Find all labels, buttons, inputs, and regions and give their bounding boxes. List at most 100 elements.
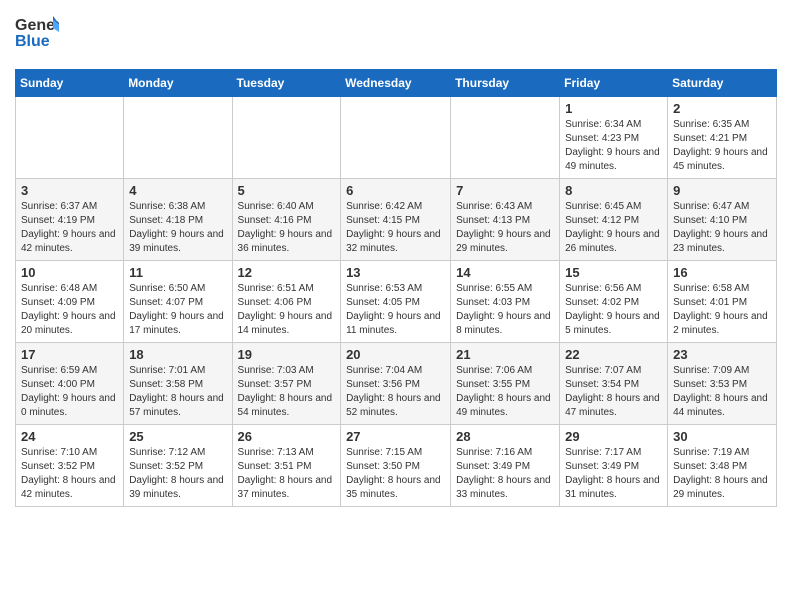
calendar-header-row: SundayMondayTuesdayWednesdayThursdayFrid… [16, 70, 777, 97]
col-header-monday: Monday [124, 70, 232, 97]
day-number: 24 [21, 429, 118, 444]
calendar-cell [124, 97, 232, 179]
calendar-cell: 21Sunrise: 7:06 AM Sunset: 3:55 PM Dayli… [451, 343, 560, 425]
day-number: 22 [565, 347, 662, 362]
day-number: 27 [346, 429, 445, 444]
logo-mark: General Blue [15, 10, 59, 59]
calendar-cell: 1 Sunrise: 6:34 AM Sunset: 4:23 PM Daylig… [560, 97, 668, 179]
calendar-week-3: 10 Sunrise: 6:48 AM Sunset: 4:09 PM Dayli… [16, 261, 777, 343]
day-info: Sunrise: 6:47 AM Sunset: 4:10 PM Dayligh… [673, 200, 771, 256]
calendar-cell [16, 97, 124, 179]
day-info: Sunrise: 7:07 AM Sunset: 3:54 PM Dayligh… [565, 364, 662, 420]
day-number: 3 [21, 183, 118, 198]
day-number: 29 [565, 429, 662, 444]
svg-text:Blue: Blue [15, 33, 50, 50]
calendar-cell: 10 Sunrise: 6:48 AM Sunset: 4:09 PM Dayli… [16, 261, 124, 343]
calendar-cell: 12Sunrise: 6:51 AM Sunset: 4:06 PM Dayli… [232, 261, 341, 343]
calendar-cell: 4Sunrise: 6:38 AM Sunset: 4:18 PM Daylig… [124, 179, 232, 261]
calendar-cell: 29Sunrise: 7:17 AM Sunset: 3:49 PM Dayli… [560, 425, 668, 507]
calendar-week-5: 24 Sunrise: 7:10 AM Sunset: 3:52 PM Dayli… [16, 425, 777, 507]
day-info: Sunrise: 7:13 AM Sunset: 3:51 PM Dayligh… [238, 446, 336, 502]
day-number: 10 [21, 265, 118, 280]
calendar-cell: 5Sunrise: 6:40 AM Sunset: 4:16 PM Daylig… [232, 179, 341, 261]
day-info: Sunrise: 6:45 AM Sunset: 4:12 PM Dayligh… [565, 200, 662, 256]
day-info: Sunrise: 7:03 AM Sunset: 3:57 PM Dayligh… [238, 364, 336, 420]
svg-text:General: General [15, 17, 59, 34]
day-info: Sunrise: 7:19 AM Sunset: 3:48 PM Dayligh… [673, 446, 771, 502]
day-number: 5 [238, 183, 336, 198]
calendar-cell [232, 97, 341, 179]
calendar-week-4: 17 Sunrise: 6:59 AM Sunset: 4:00 PM Dayli… [16, 343, 777, 425]
day-number: 23 [673, 347, 771, 362]
day-number: 19 [238, 347, 336, 362]
day-number: 25 [129, 429, 226, 444]
day-number: 17 [21, 347, 118, 362]
day-number: 16 [673, 265, 771, 280]
page-container: General Blue SundayMondayTuesdayWednesda… [0, 0, 792, 517]
day-number: 2 [673, 101, 771, 116]
calendar-cell: 25 Sunrise: 7:12 AM Sunset: 3:52 PM Dayli… [124, 425, 232, 507]
day-info: Sunrise: 6:58 AM Sunset: 4:01 PM Dayligh… [673, 282, 771, 338]
logo: General Blue [15, 10, 59, 59]
calendar-cell: 11 Sunrise: 6:50 AM Sunset: 4:07 PM Dayli… [124, 261, 232, 343]
calendar-cell [451, 97, 560, 179]
calendar-cell: 14 Sunrise: 6:55 AM Sunset: 4:03 PM Dayli… [451, 261, 560, 343]
day-info: Sunrise: 7:09 AM Sunset: 3:53 PM Dayligh… [673, 364, 771, 420]
col-header-wednesday: Wednesday [341, 70, 451, 97]
col-header-friday: Friday [560, 70, 668, 97]
day-number: 1 [565, 101, 662, 116]
day-number: 11 [129, 265, 226, 280]
day-info: Sunrise: 6:34 AM Sunset: 4:23 PM Dayligh… [565, 118, 662, 174]
day-info: Sunrise: 6:48 AM Sunset: 4:09 PM Dayligh… [21, 282, 118, 338]
calendar-cell: 30Sunrise: 7:19 AM Sunset: 3:48 PM Dayli… [668, 425, 777, 507]
day-info: Sunrise: 6:37 AM Sunset: 4:19 PM Dayligh… [21, 200, 118, 256]
calendar-cell: 2 Sunrise: 6:35 AM Sunset: 4:21 PM Daylig… [668, 97, 777, 179]
day-info: Sunrise: 7:10 AM Sunset: 3:52 PM Dayligh… [21, 446, 118, 502]
day-info: Sunrise: 6:50 AM Sunset: 4:07 PM Dayligh… [129, 282, 226, 338]
day-info: Sunrise: 6:43 AM Sunset: 4:13 PM Dayligh… [456, 200, 554, 256]
day-info: Sunrise: 6:38 AM Sunset: 4:18 PM Dayligh… [129, 200, 226, 256]
day-number: 12 [238, 265, 336, 280]
day-info: Sunrise: 6:55 AM Sunset: 4:03 PM Dayligh… [456, 282, 554, 338]
calendar-week-1: 1 Sunrise: 6:34 AM Sunset: 4:23 PM Daylig… [16, 97, 777, 179]
day-info: Sunrise: 7:16 AM Sunset: 3:49 PM Dayligh… [456, 446, 554, 502]
calendar-cell: 27 Sunrise: 7:15 AM Sunset: 3:50 PM Dayli… [341, 425, 451, 507]
day-info: Sunrise: 7:01 AM Sunset: 3:58 PM Dayligh… [129, 364, 226, 420]
day-info: Sunrise: 7:15 AM Sunset: 3:50 PM Dayligh… [346, 446, 445, 502]
day-info: Sunrise: 6:35 AM Sunset: 4:21 PM Dayligh… [673, 118, 771, 174]
day-info: Sunrise: 7:06 AM Sunset: 3:55 PM Dayligh… [456, 364, 554, 420]
day-number: 7 [456, 183, 554, 198]
calendar-cell: 26 Sunrise: 7:13 AM Sunset: 3:51 PM Dayli… [232, 425, 341, 507]
calendar-table: SundayMondayTuesdayWednesdayThursdayFrid… [15, 69, 777, 507]
day-number: 20 [346, 347, 445, 362]
day-number: 14 [456, 265, 554, 280]
col-header-thursday: Thursday [451, 70, 560, 97]
day-info: Sunrise: 6:53 AM Sunset: 4:05 PM Dayligh… [346, 282, 445, 338]
page-header: General Blue [15, 10, 777, 59]
calendar-cell: 23 Sunrise: 7:09 AM Sunset: 3:53 PM Dayli… [668, 343, 777, 425]
calendar-cell: 7 Sunrise: 6:43 AM Sunset: 4:13 PM Daylig… [451, 179, 560, 261]
calendar-cell: 24 Sunrise: 7:10 AM Sunset: 3:52 PM Dayli… [16, 425, 124, 507]
day-info: Sunrise: 6:59 AM Sunset: 4:00 PM Dayligh… [21, 364, 118, 420]
day-info: Sunrise: 7:04 AM Sunset: 3:56 PM Dayligh… [346, 364, 445, 420]
calendar-cell: 19 Sunrise: 7:03 AM Sunset: 3:57 PM Dayli… [232, 343, 341, 425]
calendar-week-2: 3 Sunrise: 6:37 AM Sunset: 4:19 PM Daylig… [16, 179, 777, 261]
day-info: Sunrise: 6:42 AM Sunset: 4:15 PM Dayligh… [346, 200, 445, 256]
day-number: 28 [456, 429, 554, 444]
calendar-cell: 8 Sunrise: 6:45 AM Sunset: 4:12 PM Daylig… [560, 179, 668, 261]
calendar-cell: 3 Sunrise: 6:37 AM Sunset: 4:19 PM Daylig… [16, 179, 124, 261]
calendar-cell: 15Sunrise: 6:56 AM Sunset: 4:02 PM Dayli… [560, 261, 668, 343]
calendar-cell: 16 Sunrise: 6:58 AM Sunset: 4:01 PM Dayli… [668, 261, 777, 343]
day-info: Sunrise: 7:12 AM Sunset: 3:52 PM Dayligh… [129, 446, 226, 502]
day-number: 13 [346, 265, 445, 280]
day-number: 6 [346, 183, 445, 198]
calendar-cell: 22 Sunrise: 7:07 AM Sunset: 3:54 PM Dayli… [560, 343, 668, 425]
day-number: 26 [238, 429, 336, 444]
day-number: 9 [673, 183, 771, 198]
day-number: 15 [565, 265, 662, 280]
calendar-cell: 9 Sunrise: 6:47 AM Sunset: 4:10 PM Daylig… [668, 179, 777, 261]
calendar-cell [341, 97, 451, 179]
col-header-sunday: Sunday [16, 70, 124, 97]
col-header-tuesday: Tuesday [232, 70, 341, 97]
day-number: 8 [565, 183, 662, 198]
